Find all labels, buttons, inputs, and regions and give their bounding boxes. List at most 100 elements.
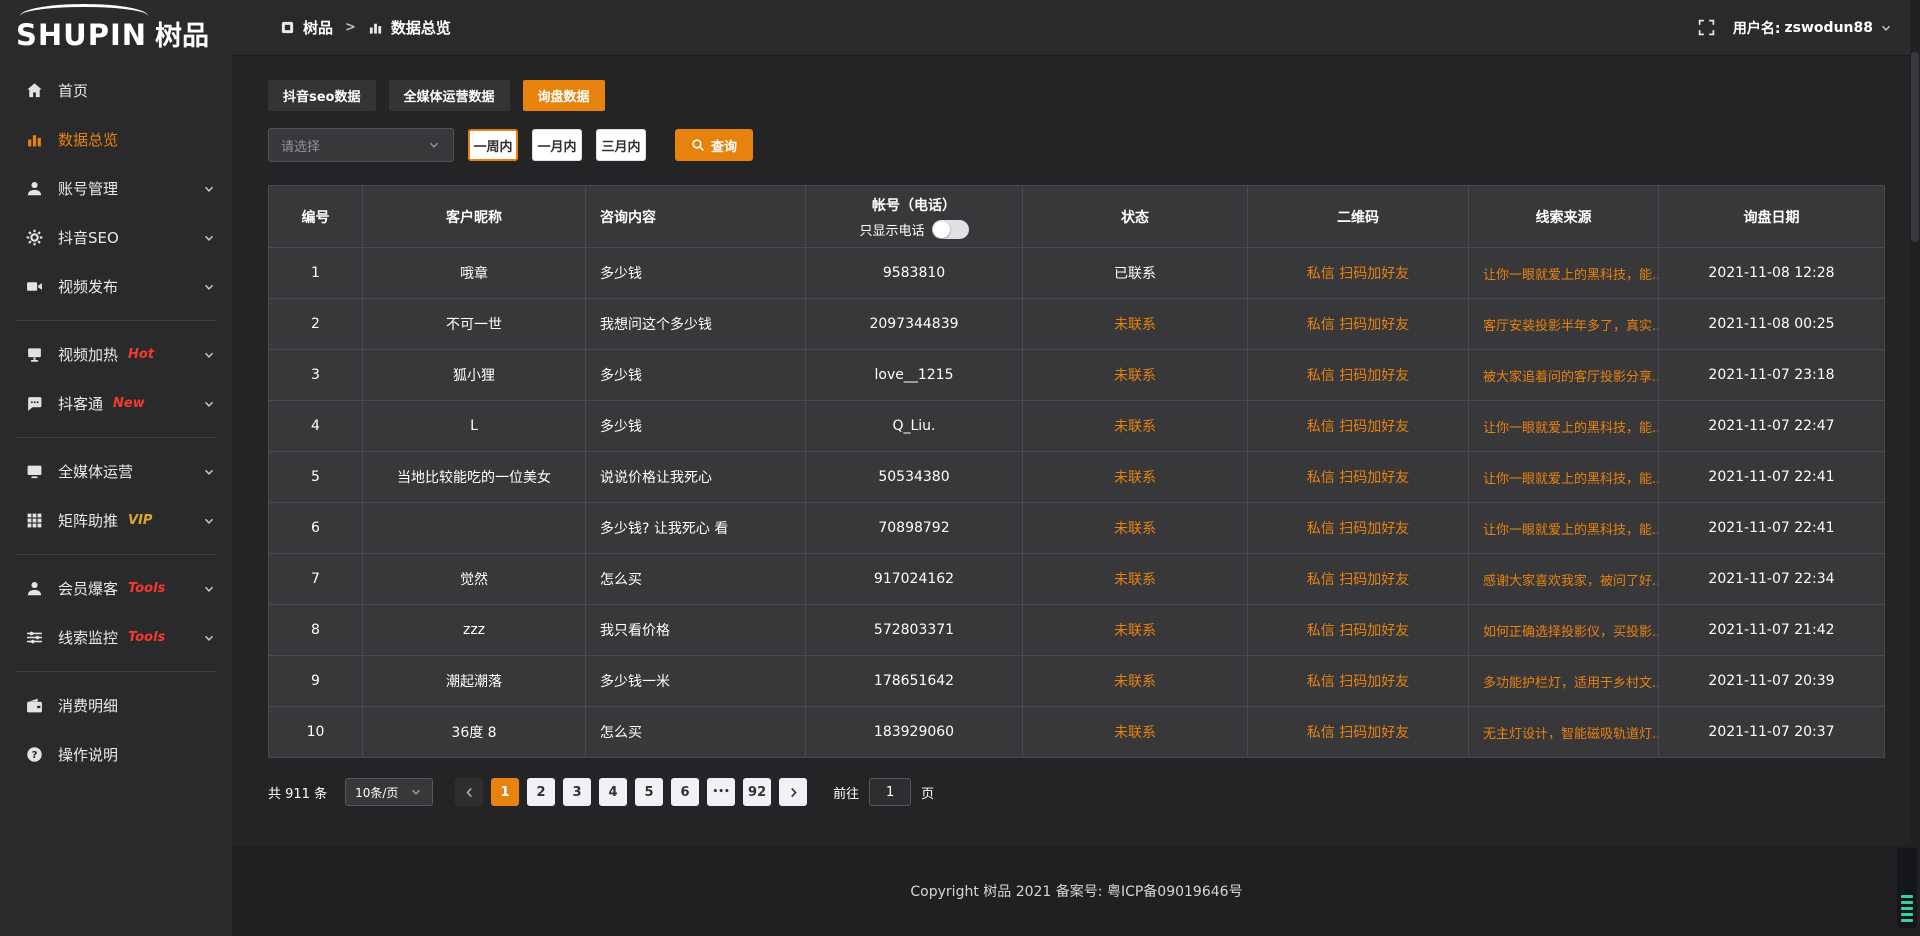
tab-询盘数据[interactable]: 询盘数据 xyxy=(523,80,605,111)
period-button-一周内[interactable]: 一周内 xyxy=(468,129,518,161)
dm-link[interactable]: 私信 xyxy=(1307,521,1335,537)
dm-link[interactable]: 私信 xyxy=(1307,317,1335,333)
page-button-4[interactable]: 4 xyxy=(599,778,627,806)
source-link[interactable]: 多功能护栏灯，适用于乡村文... xyxy=(1469,656,1659,707)
scan-add-friend-link[interactable]: 扫码加好友 xyxy=(1339,266,1409,282)
sidebar-item-数据总览[interactable]: 数据总览 xyxy=(0,115,232,164)
cell-content: 多少钱 xyxy=(586,401,806,452)
scan-add-friend-link[interactable]: 扫码加好友 xyxy=(1339,623,1409,639)
sidebar-item-账号管理[interactable]: 账号管理 xyxy=(0,164,232,213)
sidebar-divider xyxy=(16,437,216,438)
scrollbar[interactable] xyxy=(1910,0,1920,936)
cell-nickname: 觉然 xyxy=(363,554,586,605)
sidebar-item-label: 抖音SEO xyxy=(58,227,119,248)
scan-add-friend-link[interactable]: 扫码加好友 xyxy=(1339,572,1409,588)
dm-link[interactable]: 私信 xyxy=(1307,674,1335,690)
scan-add-friend-link[interactable]: 扫码加好友 xyxy=(1339,725,1409,741)
scan-add-friend-link[interactable]: 扫码加好友 xyxy=(1339,470,1409,486)
sidebar-item-label: 全媒体运营 xyxy=(58,461,133,482)
cell-account: love__1215 xyxy=(806,350,1023,401)
phone-only-toggle[interactable] xyxy=(932,220,969,239)
goto-page-input[interactable] xyxy=(869,778,911,806)
dm-link[interactable]: 私信 xyxy=(1307,623,1335,639)
page-button-92[interactable]: 92 xyxy=(743,778,771,806)
next-page-button[interactable] xyxy=(779,778,807,806)
dm-link[interactable]: 私信 xyxy=(1307,725,1335,741)
period-button-一月内[interactable]: 一月内 xyxy=(532,129,582,161)
page-button-3[interactable]: 3 xyxy=(563,778,591,806)
scan-add-friend-link[interactable]: 扫码加好友 xyxy=(1339,317,1409,333)
cell-date: 2021-11-07 22:41 xyxy=(1659,452,1885,503)
sidebar-item-全媒体运营[interactable]: 全媒体运营 xyxy=(0,447,232,496)
source-link[interactable]: 无主灯设计，智能磁吸轨道灯... xyxy=(1469,707,1659,758)
scan-add-friend-link[interactable]: 扫码加好友 xyxy=(1339,674,1409,690)
fullscreen-icon[interactable] xyxy=(1698,19,1715,36)
col-header-source: 线索来源 xyxy=(1469,186,1659,248)
user-menu[interactable]: 用户名: zswodun88 xyxy=(1733,18,1893,38)
cell-content: 多少钱 xyxy=(586,248,806,299)
dm-link[interactable]: 私信 xyxy=(1307,572,1335,588)
table-row: 8zzz我只看价格572803371未联系私信 扫码加好友如何正确选择投影仪，买… xyxy=(269,605,1885,656)
cell-nickname: 36度 8 xyxy=(363,707,586,758)
page-size-select[interactable]: 10条/页 xyxy=(345,778,433,806)
sidebar-item-视频发布[interactable]: 视频发布 xyxy=(0,262,232,311)
sidebar-item-首页[interactable]: 首页 xyxy=(0,66,232,115)
page-button-6[interactable]: 6 xyxy=(671,778,699,806)
page-buttons: 123456 ••• 92 xyxy=(491,778,779,806)
sidebar-item-抖客通[interactable]: 抖客通New xyxy=(0,379,232,428)
source-link[interactable]: 让你一眼就爱上的黑科技，能... xyxy=(1469,248,1659,299)
cell-account: 2097344839 xyxy=(806,299,1023,350)
source-link[interactable]: 让你一眼就爱上的黑科技，能... xyxy=(1469,452,1659,503)
cell-id: 4 xyxy=(269,401,363,452)
prev-page-button[interactable] xyxy=(455,778,483,806)
chevron-down-icon xyxy=(202,397,216,411)
source-link[interactable]: 如何正确选择投影仪，买投影... xyxy=(1469,605,1659,656)
page-button-1[interactable]: 1 xyxy=(491,778,519,806)
source-link[interactable]: 客厅安装投影半年多了，真实... xyxy=(1469,299,1659,350)
page-button-2[interactable]: 2 xyxy=(527,778,555,806)
sidebar-item-矩阵助推[interactable]: 矩阵助推VIP xyxy=(0,496,232,545)
scan-add-friend-link[interactable]: 扫码加好友 xyxy=(1339,419,1409,435)
tab-抖音seo数据[interactable]: 抖音seo数据 xyxy=(268,80,376,111)
period-button-三月内[interactable]: 三月内 xyxy=(596,129,646,161)
dm-link[interactable]: 私信 xyxy=(1307,266,1335,282)
home-icon xyxy=(26,82,43,99)
page-button-5[interactable]: 5 xyxy=(635,778,663,806)
cell-qrcode: 私信 扫码加好友 xyxy=(1248,248,1469,299)
account-select[interactable]: 请选择 xyxy=(268,128,454,162)
search-icon xyxy=(691,138,705,152)
breadcrumb-root[interactable]: 树品 xyxy=(303,17,333,38)
sidebar-divider xyxy=(16,671,216,672)
cell-content: 怎么买 xyxy=(586,707,806,758)
table-row: 1036度 8怎么买183929060未联系私信 扫码加好友无主灯设计，智能磁吸… xyxy=(269,707,1885,758)
sidebar-item-操作说明[interactable]: ?操作说明 xyxy=(0,730,232,779)
cell-content: 多少钱 xyxy=(586,350,806,401)
cell-content: 我只看价格 xyxy=(586,605,806,656)
select-placeholder: 请选择 xyxy=(281,136,320,155)
cell-content: 多少钱? 让我死心 看 xyxy=(586,503,806,554)
sidebar-item-视频加热[interactable]: 视频加热Hot xyxy=(0,330,232,379)
source-link[interactable]: 让你一眼就爱上的黑科技，能... xyxy=(1469,401,1659,452)
scan-add-friend-link[interactable]: 扫码加好友 xyxy=(1339,521,1409,537)
dm-link[interactable]: 私信 xyxy=(1307,419,1335,435)
page-ellipsis-button[interactable]: ••• xyxy=(707,778,735,806)
source-link[interactable]: 让你一眼就爱上的黑科技，能... xyxy=(1469,503,1659,554)
search-button[interactable]: 查询 xyxy=(675,129,753,161)
source-link[interactable]: 感谢大家喜欢我家，被问了好... xyxy=(1469,554,1659,605)
scrollbar-thumb[interactable] xyxy=(1911,52,1919,242)
source-link[interactable]: 被大家追着问的客厅投影分享... xyxy=(1469,350,1659,401)
cell-qrcode: 私信 扫码加好友 xyxy=(1248,350,1469,401)
dm-link[interactable]: 私信 xyxy=(1307,368,1335,384)
tab-全媒体运营数据[interactable]: 全媒体运营数据 xyxy=(389,80,510,111)
sidebar-item-消费明细[interactable]: 消费明细 xyxy=(0,681,232,730)
sidebar-item-会员爆客[interactable]: 会员爆客Tools xyxy=(0,564,232,613)
cell-date: 2021-11-07 22:47 xyxy=(1659,401,1885,452)
scan-add-friend-link[interactable]: 扫码加好友 xyxy=(1339,368,1409,384)
sidebar-item-label: 消费明细 xyxy=(58,695,118,716)
dm-link[interactable]: 私信 xyxy=(1307,470,1335,486)
sidebar-item-抖音SEO[interactable]: 抖音SEO xyxy=(0,213,232,262)
status-badge: 未联系 xyxy=(1023,656,1248,707)
sidebar-item-label: 矩阵助推 xyxy=(58,510,118,531)
cell-content: 我想问这个多少钱 xyxy=(586,299,806,350)
sidebar-item-线索监控[interactable]: 线索监控Tools xyxy=(0,613,232,662)
